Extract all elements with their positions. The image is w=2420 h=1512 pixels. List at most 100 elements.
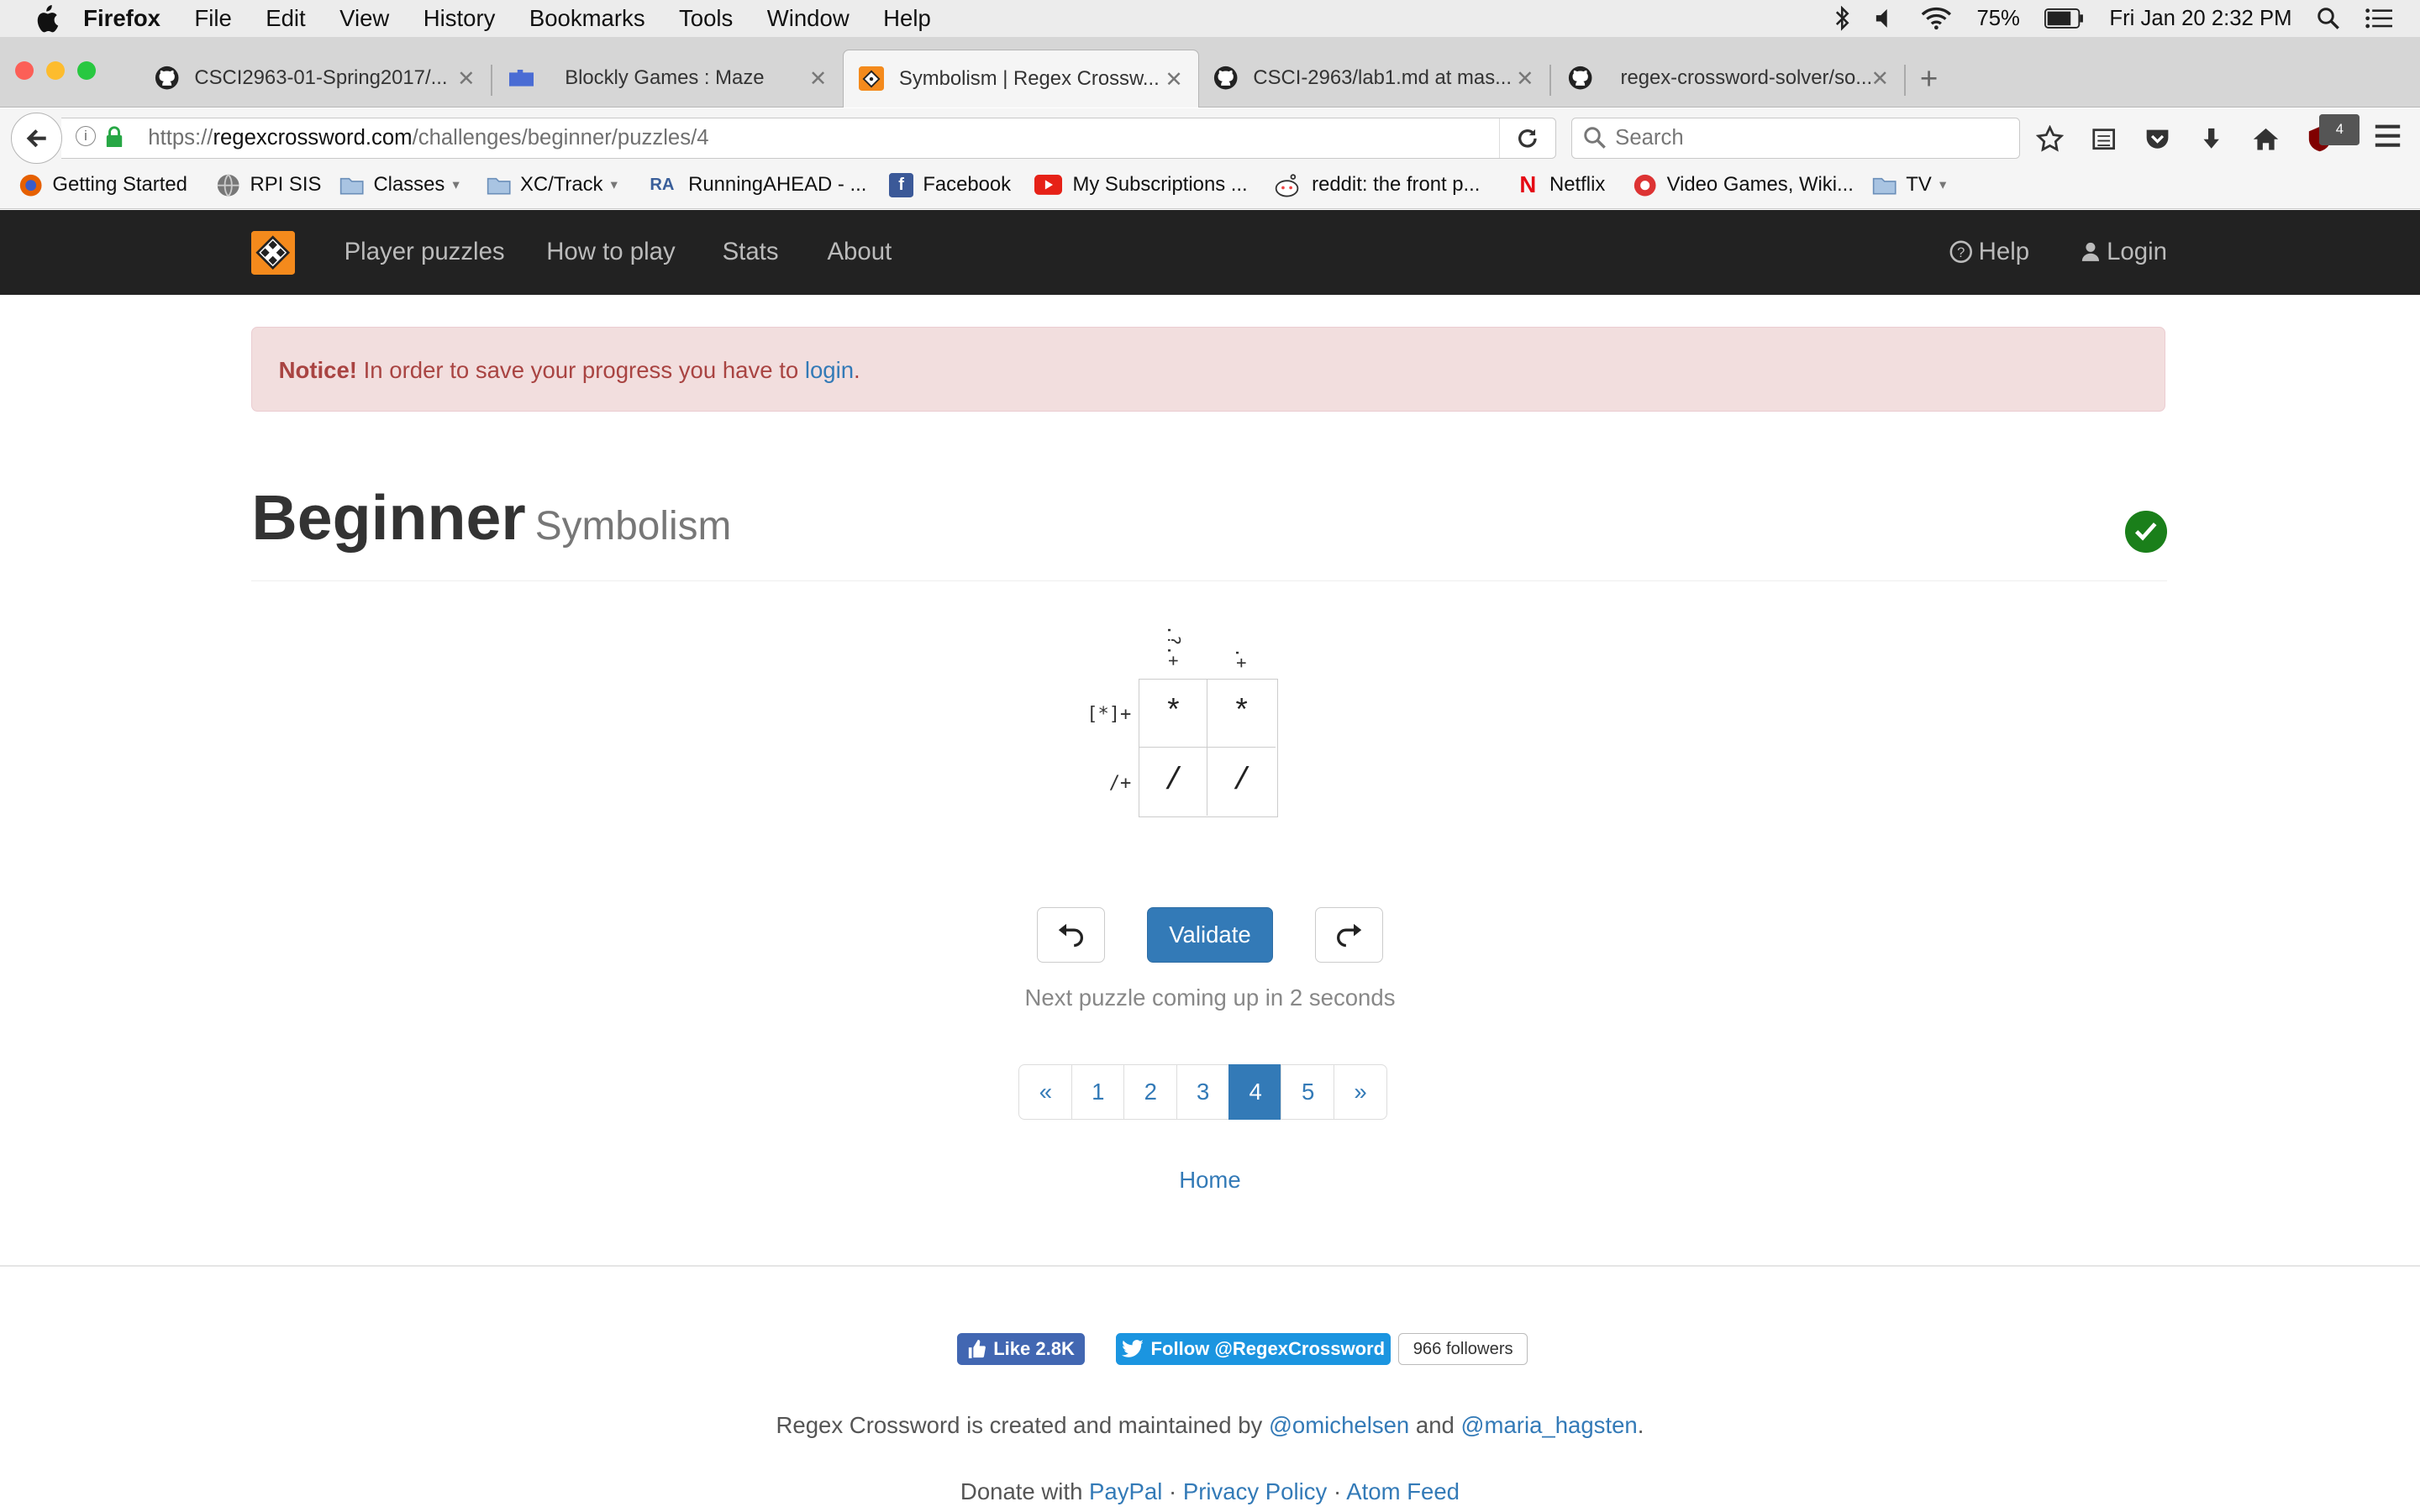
page-subtitle: Symbolism [534, 504, 732, 549]
notification-center-icon[interactable] [2365, 8, 2392, 29]
new-tab-plus-icon[interactable]: + [1920, 61, 1938, 97]
bookmark-netflix[interactable]: N Netflix [1516, 171, 1605, 197]
bluetooth-icon[interactable] [1835, 6, 1850, 31]
nav-login[interactable]: Login [2081, 238, 2167, 266]
bookmark-getting-started[interactable]: Getting Started [18, 173, 187, 197]
addon-badge: 4 [2319, 113, 2360, 145]
bookmark-rpi-sis[interactable]: RPI SIS [216, 173, 321, 197]
menu-window[interactable]: Window [767, 5, 850, 32]
hamburger-menu-icon[interactable] [2374, 123, 2402, 155]
tab-solver[interactable]: regex-crossword-solver/so... ✕ [1553, 50, 1905, 107]
bookmark-reddit[interactable]: reddit: the front p... [1271, 173, 1480, 197]
nav-how-to-play[interactable]: How to play [546, 238, 675, 266]
close-tab-icon[interactable]: ✕ [1165, 67, 1183, 92]
apple-icon[interactable] [34, 4, 59, 33]
spotlight-search-icon[interactable] [2317, 7, 2340, 30]
bookmark-label: Video Games, Wiki... [1666, 173, 1854, 197]
volume-icon[interactable] [1875, 8, 1897, 29]
privacy-policy-link[interactable]: Privacy Policy [1183, 1478, 1327, 1504]
wifi-icon[interactable] [1921, 7, 1952, 30]
tab-csci2963[interactable]: CSCI2963-01-Spring2017/... ✕ [139, 50, 491, 107]
tab-symbolism[interactable]: Symbolism | Regex Crossw... ✕ [842, 49, 1200, 108]
regex-crossword-logo[interactable] [251, 231, 295, 275]
menu-tools[interactable]: Tools [679, 5, 733, 32]
zoom-window-button[interactable] [76, 61, 96, 81]
bookmark-video-games-wiki[interactable]: Video Games, Wiki... [1633, 173, 1854, 197]
menu-edit[interactable]: Edit [266, 5, 305, 32]
author-omichelsen-link[interactable]: @omichelsen [1269, 1412, 1409, 1438]
battery-icon[interactable] [2044, 8, 2085, 29]
minimize-window-button[interactable] [46, 61, 66, 81]
url-bar[interactable]: i https://regexcrossword.com/challenges/… [61, 117, 1557, 160]
next-puzzle-message: Next puzzle coming up in 2 seconds [1024, 984, 1396, 1011]
facebook-like-button[interactable]: Like 2.8K [956, 1332, 1086, 1366]
bookmark-folder-xc-track[interactable]: XC/Track ▾ [487, 173, 618, 197]
menu-status-area: 75% Fri Jan 20 2:32 PM [1835, 0, 2392, 37]
author-maria-hagsten-link[interactable]: @maria_hagsten [1461, 1412, 1638, 1438]
lock-icon[interactable] [105, 126, 124, 148]
bookmark-folder-classes[interactable]: Classes ▾ [339, 173, 460, 197]
grid-cell[interactable]: * [1139, 680, 1208, 748]
pagination: « 1 2 3 4 5 » [1018, 1064, 1388, 1121]
footer-credit: Regex Crossword is created and maintaine… [0, 1412, 2420, 1439]
close-window-button[interactable] [15, 61, 34, 81]
notice-strong: Notice! [278, 357, 357, 384]
grid-cell[interactable]: / [1207, 748, 1276, 816]
grid-cell[interactable]: * [1207, 680, 1276, 748]
clock[interactable]: Fri Jan 20 2:32 PM [2109, 7, 2291, 31]
atom-feed-link[interactable]: Atom Feed [1346, 1478, 1460, 1504]
home-icon[interactable] [2250, 123, 2281, 155]
ublock-addon-icon[interactable]: 4 [2304, 113, 2360, 155]
undo-button[interactable] [1037, 906, 1106, 963]
grid-cell[interactable]: / [1139, 747, 1208, 816]
pagination-page-4[interactable]: 4 [1228, 1064, 1283, 1121]
bookmark-runningahead[interactable]: RA RunningAHEAD - ... [645, 173, 866, 197]
menu-file[interactable]: File [194, 5, 231, 32]
row-clue-2: /+ [1108, 773, 1132, 795]
home-link[interactable]: Home [0, 1167, 2420, 1194]
folder-icon [487, 173, 511, 197]
site-info-icon[interactable]: i [75, 125, 96, 146]
close-tab-icon[interactable]: ✕ [457, 66, 476, 92]
nav-player-puzzles[interactable]: Player puzzles [345, 238, 505, 266]
reading-list-icon[interactable] [2088, 123, 2119, 155]
pocket-icon[interactable] [2142, 123, 2173, 155]
pagination-page-5[interactable]: 5 [1281, 1064, 1335, 1121]
search-bar[interactable]: Search [1570, 117, 2021, 160]
download-icon[interactable] [2196, 123, 2228, 155]
menu-history[interactable]: History [424, 5, 496, 32]
back-button[interactable] [10, 113, 62, 164]
twitter-follow-button[interactable]: Follow @RegexCrossword [1115, 1332, 1391, 1366]
url-text[interactable]: https://regexcrossword.com/challenges/be… [148, 126, 708, 150]
tab-lab1[interactable]: CSCI-2963/lab1.md at mas... ✕ [1197, 50, 1549, 107]
pagination-prev[interactable]: « [1018, 1064, 1073, 1121]
bookmark-star-icon[interactable] [2034, 123, 2065, 155]
redo-button[interactable] [1314, 906, 1383, 963]
reload-button[interactable] [1499, 118, 1555, 159]
close-tab-icon[interactable]: ✕ [1516, 66, 1534, 92]
pagination-next[interactable]: » [1333, 1064, 1388, 1121]
nav-help[interactable]: ? Help [1949, 238, 2029, 266]
paypal-link[interactable]: PayPal [1089, 1478, 1162, 1504]
follow-label: Follow @RegexCrossword [1150, 1338, 1386, 1360]
menu-bookmarks[interactable]: Bookmarks [529, 5, 645, 32]
nav-stats[interactable]: Stats [723, 238, 779, 266]
close-tab-icon[interactable]: ✕ [809, 66, 828, 92]
twitter-follower-count[interactable]: 966 followers [1398, 1332, 1528, 1366]
heading-divider [251, 580, 2167, 582]
nav-about[interactable]: About [827, 238, 892, 266]
menu-help[interactable]: Help [883, 5, 931, 32]
close-tab-icon[interactable]: ✕ [1871, 66, 1890, 92]
menu-app-firefox[interactable]: Firefox [83, 5, 160, 32]
pagination-page-2[interactable]: 2 [1123, 1064, 1178, 1121]
bookmark-folder-tv[interactable]: TV ▾ [1872, 173, 1946, 197]
nav-help-label: Help [1978, 237, 2030, 265]
pagination-page-1[interactable]: 1 [1071, 1064, 1125, 1121]
pagination-page-3[interactable]: 3 [1176, 1064, 1230, 1121]
notice-login-link[interactable]: login [805, 357, 854, 383]
bookmark-youtube[interactable]: My Subscriptions ... [1033, 173, 1248, 197]
validate-button[interactable]: Validate [1146, 906, 1274, 963]
bookmark-facebook[interactable]: f Facebook [888, 172, 1011, 198]
menu-view[interactable]: View [339, 5, 389, 32]
tab-blockly[interactable]: Blockly Games : Maze ✕ [494, 50, 843, 107]
